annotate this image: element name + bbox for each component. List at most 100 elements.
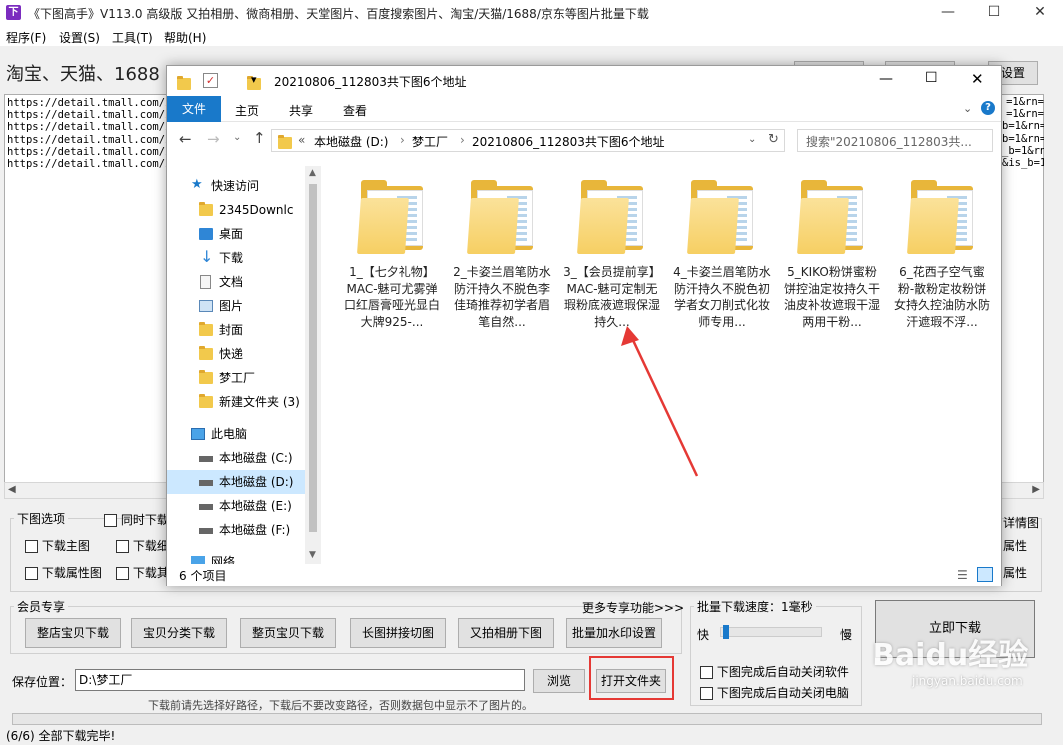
- download-now-button[interactable]: 立即下载: [875, 600, 1035, 658]
- folder-item-2[interactable]: 2_卡姿兰眉笔防水防汗持久不脱色李佳琦推荐初学者眉笔自然...: [447, 162, 557, 342]
- attr-image-checkbox[interactable]: 下载属性图: [25, 564, 102, 581]
- details-view-icon[interactable]: ☰: [957, 568, 968, 582]
- item-count: 6 个项目: [179, 569, 227, 583]
- folder-item-3[interactable]: 3_【会员提前享】MAC-魅可定制无瑕粉底液遮瑕保湿持久...: [557, 162, 667, 342]
- folder-icon: [199, 202, 213, 216]
- nav-drive-d[interactable]: 本地磁盘 (D:): [167, 470, 321, 494]
- save-path-input[interactable]: D:\梦工厂: [75, 669, 525, 691]
- auto-close-app-checkbox[interactable]: 下图完成后自动关闭软件: [700, 663, 849, 680]
- folder-item-5[interactable]: 5_KIKO粉饼蜜粉饼控油定妆持久干油皮补妆遮瑕干湿两用干粉...: [777, 162, 887, 342]
- other-checkbox[interactable]: 下载其: [116, 564, 169, 581]
- quick-access-dropdown-icon[interactable]: ▾: [251, 73, 257, 86]
- ribbon-expand-icon[interactable]: ⌄: [963, 102, 972, 115]
- refresh-icon[interactable]: ↻: [768, 132, 779, 147]
- title-bar: 下 《下图高手》V113.0 高级版 又拍相册、微商相册、天堂图片、百度搜索图片…: [0, 0, 1063, 26]
- menu-tools[interactable]: 工具(T): [112, 29, 153, 46]
- page-download-button[interactable]: 整页宝贝下载: [240, 618, 336, 648]
- nav-item-downloads[interactable]: ↓下载✎: [199, 246, 321, 270]
- folder-item-4[interactable]: 4_卡姿兰眉笔防水防汗持久不脱色初学者女刀削式化妆师专用...: [667, 162, 777, 342]
- main-image-checkbox[interactable]: 下载主图: [25, 537, 90, 554]
- search-input[interactable]: 搜索"20210806_112803共...: [797, 129, 993, 152]
- detail-checkbox[interactable]: 下载细: [116, 537, 169, 554]
- help-icon[interactable]: ?: [981, 101, 995, 115]
- tab-share[interactable]: 共享: [289, 102, 313, 119]
- category-download-button[interactable]: 宝贝分类下载: [131, 618, 227, 648]
- watermark-settings-button[interactable]: 批量加水印设置: [566, 618, 662, 648]
- checkbox-box[interactable]: [116, 567, 129, 580]
- nav-item-documents[interactable]: 文档✎: [199, 270, 321, 294]
- breadcrumb-drive-d[interactable]: 本地磁盘 (D:): [314, 133, 388, 150]
- nav-scrollbar[interactable]: ▲ ▼: [305, 166, 321, 564]
- checkbox-box[interactable]: [104, 514, 117, 527]
- checkbox-box[interactable]: [25, 540, 38, 553]
- folder-item-6[interactable]: 6_花西子空气蜜粉-散粉定妆粉饼女持久控油防水防汗遮瑕不浮...: [887, 162, 997, 342]
- tab-view[interactable]: 查看: [343, 102, 367, 119]
- explorer-maximize-button[interactable]: ☐: [925, 70, 938, 86]
- more-features-link[interactable]: 更多专享功能>>>: [582, 599, 684, 616]
- checkbox-box[interactable]: [700, 666, 713, 679]
- attr-option-label-1[interactable]: 属性: [1003, 537, 1027, 554]
- nav-this-pc[interactable]: 此电脑: [191, 422, 321, 446]
- speed-slow-label: 慢: [840, 628, 853, 642]
- recent-dropdown-icon[interactable]: ⌄: [233, 132, 241, 143]
- long-image-button[interactable]: 长图拼接切图: [350, 618, 446, 648]
- member-legend: 会员专享: [14, 598, 69, 615]
- menu-settings[interactable]: 设置(S): [59, 29, 100, 46]
- address-bar[interactable]: « 本地磁盘 (D:) › 梦工厂 › 20210806_112803共下图6个…: [271, 129, 785, 152]
- checkbox-box[interactable]: [25, 567, 38, 580]
- nav-network[interactable]: 网络: [191, 550, 321, 564]
- explorer-close-button[interactable]: ✕: [971, 70, 984, 88]
- menu-program[interactable]: 程序(F): [6, 29, 46, 46]
- scroll-left-icon[interactable]: ◀: [8, 484, 16, 495]
- nav-quick-access[interactable]: ★ 快速访问: [191, 174, 321, 198]
- checkbox-box[interactable]: [116, 540, 129, 553]
- folder-item-1[interactable]: 1_【七夕礼物】MAC-魅可尤雾弹口红唇膏哑光显白大牌925-...: [337, 162, 447, 342]
- forward-arrow-icon[interactable]: →: [207, 130, 220, 148]
- nav-item-cover[interactable]: 封面: [199, 318, 321, 342]
- breadcrumb-overflow[interactable]: «: [298, 133, 305, 147]
- breadcrumb-current[interactable]: 20210806_112803共下图6个地址: [472, 133, 665, 150]
- nav-label: 新建文件夹 (3): [219, 395, 300, 409]
- address-dropdown-icon[interactable]: ⌄: [748, 134, 756, 145]
- close-button[interactable]: ✕: [1017, 0, 1063, 26]
- breadcrumb-mengongchang[interactable]: 梦工厂: [412, 133, 448, 150]
- large-icons-view-icon[interactable]: [977, 567, 993, 582]
- youpai-download-button[interactable]: 又拍相册下图: [458, 618, 554, 648]
- maximize-button[interactable]: ☐: [971, 0, 1017, 26]
- nav-item-express[interactable]: 快递: [199, 342, 321, 366]
- properties-icon[interactable]: ✓: [203, 73, 218, 88]
- nav-item-2345download[interactable]: 2345Downlc✎: [199, 198, 321, 222]
- speed-slider-thumb[interactable]: [722, 625, 729, 639]
- speed-slider[interactable]: [720, 625, 822, 639]
- nav-item-pictures[interactable]: 图片✎: [199, 294, 321, 318]
- nav-item-desktop[interactable]: 桌面✎: [199, 222, 321, 246]
- minimize-button[interactable]: —: [925, 0, 971, 26]
- shop-download-button[interactable]: 整店宝贝下载: [25, 618, 121, 648]
- nav-drive-f[interactable]: 本地磁盘 (F:): [199, 518, 321, 542]
- explorer-minimize-button[interactable]: —: [879, 71, 893, 87]
- scroll-right-icon[interactable]: ▶: [1032, 484, 1040, 495]
- attr-option-label-2[interactable]: 属性: [1003, 564, 1027, 581]
- scroll-up-icon[interactable]: ▲: [309, 168, 316, 178]
- detail-image-option-label[interactable]: 详情图: [1003, 514, 1039, 531]
- back-arrow-icon[interactable]: ←: [179, 130, 192, 148]
- nav-item-mengongchang[interactable]: 梦工厂: [199, 366, 321, 390]
- nav-label: 快速访问: [211, 179, 260, 193]
- tab-home[interactable]: 主页: [235, 102, 259, 119]
- checkbox-box[interactable]: [700, 687, 713, 700]
- explorer-title: 20210806_112803共下图6个地址: [274, 75, 467, 89]
- open-folder-button[interactable]: 打开文件夹: [596, 669, 666, 693]
- tab-file[interactable]: 文件: [167, 96, 221, 122]
- scroll-thumb[interactable]: [309, 184, 317, 532]
- menu-help[interactable]: 帮助(H): [164, 29, 206, 46]
- folder-icon: [577, 176, 653, 256]
- auto-shutdown-checkbox[interactable]: 下图完成后自动关闭电脑: [700, 684, 849, 701]
- nav-item-new-folder-3[interactable]: 新建文件夹 (3): [199, 390, 321, 414]
- nav-drive-e[interactable]: 本地磁盘 (E:): [199, 494, 321, 518]
- nav-drive-c[interactable]: 本地磁盘 (C:): [199, 446, 321, 470]
- scroll-down-icon[interactable]: ▼: [309, 550, 316, 560]
- browse-button[interactable]: 浏览: [533, 669, 585, 693]
- up-arrow-icon[interactable]: ↑: [253, 129, 266, 147]
- nav-label: 本地磁盘 (C:): [219, 451, 293, 465]
- same-time-checkbox[interactable]: 同时下载: [104, 511, 169, 528]
